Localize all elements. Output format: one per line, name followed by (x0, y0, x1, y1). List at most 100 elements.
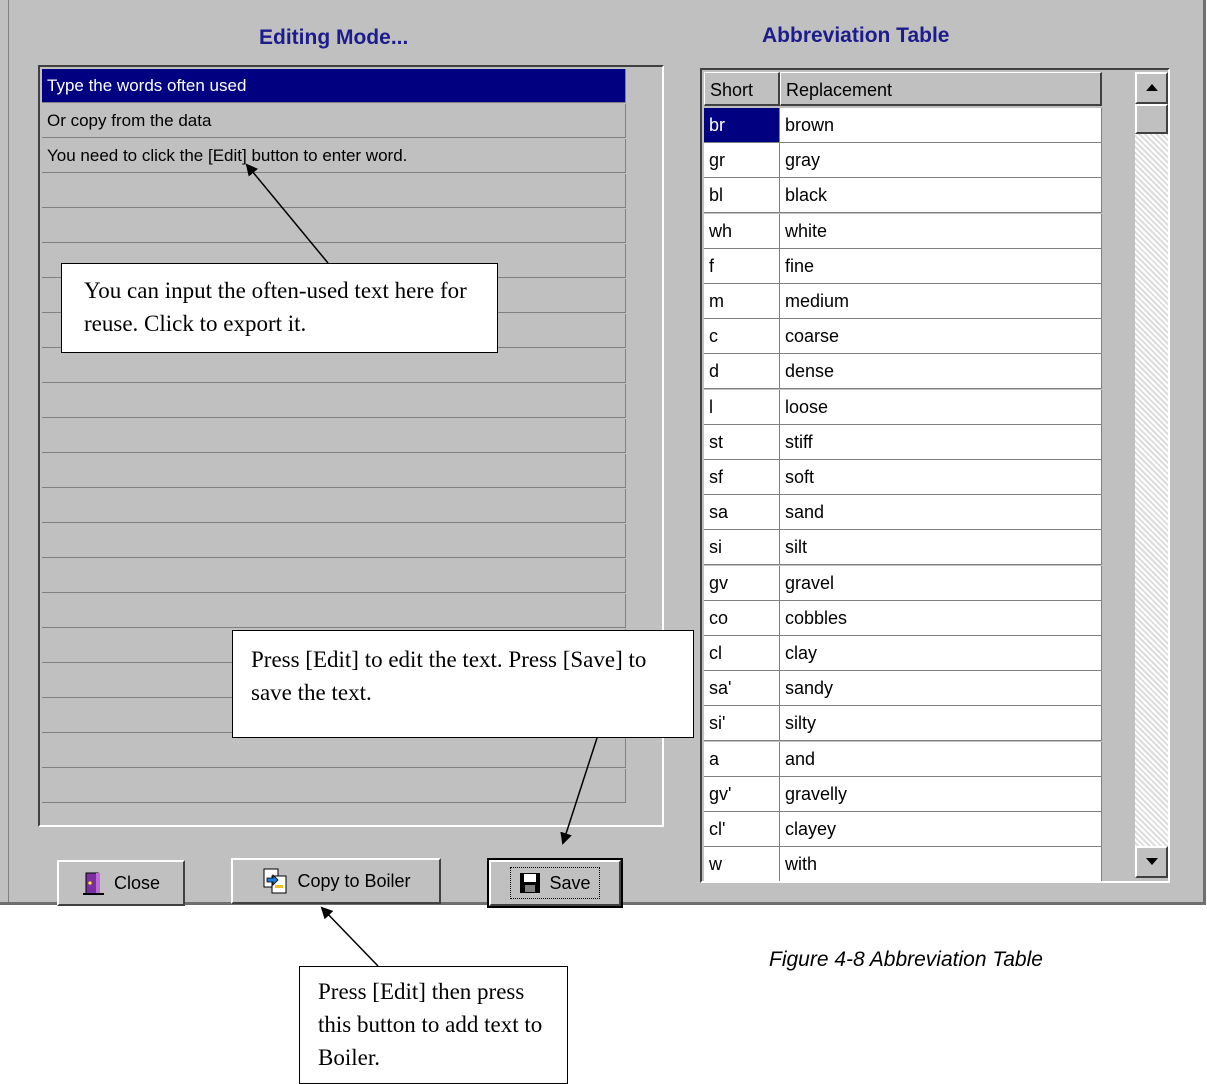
table-row[interactable]: co cobbles (704, 600, 1102, 636)
cell-short[interactable]: m (704, 284, 780, 319)
table-row[interactable]: a and (704, 741, 1102, 777)
cell-replacement[interactable]: sand (780, 495, 1102, 531)
cell-replacement[interactable]: clay (780, 636, 1102, 671)
cell-short[interactable]: sf (704, 460, 780, 495)
cell-replacement[interactable]: medium (780, 284, 1102, 319)
list-item[interactable] (42, 454, 626, 488)
table-row[interactable]: sf soft (704, 460, 1102, 495)
table-row[interactable]: si' silty (704, 706, 1102, 742)
cell-replacement[interactable]: silt (780, 530, 1102, 566)
table-row[interactable]: wh white (704, 213, 1102, 249)
list-item[interactable]: Or copy from the data (42, 104, 626, 138)
list-item[interactable] (42, 174, 626, 208)
table-row[interactable]: cl' clayey (704, 812, 1102, 847)
vertical-scrollbar[interactable] (1135, 72, 1168, 878)
cell-replacement[interactable]: clayey (780, 812, 1102, 847)
scroll-down-button[interactable] (1135, 846, 1168, 878)
cell-replacement[interactable]: loose (780, 389, 1102, 425)
boiler-callout: Press [Edit] then press this button to a… (299, 966, 568, 1084)
cell-replacement[interactable]: soft (780, 460, 1102, 495)
list-item[interactable]: You need to click the [Edit] button to e… (42, 139, 626, 173)
cell-replacement[interactable]: fine (780, 248, 1102, 284)
cell-short[interactable]: cl' (704, 812, 780, 847)
cell-short[interactable]: l (704, 389, 780, 425)
cell-short[interactable]: w (704, 847, 780, 881)
edit-callout-text: Press [Edit] to edit the text. Press [Sa… (251, 647, 647, 705)
cell-replacement[interactable]: gravelly (780, 776, 1102, 812)
column-header-replacement[interactable]: Replacement (780, 72, 1102, 106)
table-row[interactable]: c coarse (704, 319, 1102, 355)
table-row[interactable]: gv gravel (704, 565, 1102, 601)
cell-short[interactable]: gv (704, 565, 780, 601)
cell-replacement[interactable]: with (780, 847, 1102, 881)
cell-short[interactable]: br (704, 108, 780, 143)
list-item[interactable] (42, 419, 626, 453)
table-row[interactable]: br brown (704, 108, 1102, 143)
cell-replacement[interactable]: gray (780, 143, 1102, 179)
cell-short[interactable]: cl (704, 636, 780, 671)
cell-replacement[interactable]: stiff (780, 424, 1102, 460)
list-item[interactable] (42, 559, 626, 593)
abbreviation-table[interactable]: Short Replacement br brown gr gray bl black wh… (700, 68, 1170, 883)
list-item[interactable] (42, 524, 626, 558)
column-header-short[interactable]: Short (704, 72, 780, 106)
list-item[interactable] (42, 384, 626, 418)
table-row[interactable]: sa' sandy (704, 671, 1102, 707)
cell-short[interactable]: sa' (704, 671, 780, 707)
cell-short[interactable]: st (704, 424, 780, 460)
cell-short[interactable]: gr (704, 143, 780, 179)
cell-short[interactable]: sa (704, 495, 780, 531)
list-item[interactable]: Type the words often used (42, 69, 626, 103)
cell-replacement[interactable]: coarse (780, 319, 1102, 355)
cell-short[interactable]: gv' (704, 776, 780, 812)
cell-replacement[interactable]: dense (780, 354, 1102, 390)
table-row[interactable]: w with (704, 847, 1102, 881)
list-item[interactable] (42, 349, 626, 383)
cell-short[interactable]: f (704, 248, 780, 284)
list-item[interactable] (42, 489, 626, 523)
cell-replacement[interactable]: white (780, 213, 1102, 249)
table-row[interactable]: si silt (704, 530, 1102, 566)
scroll-thumb[interactable] (1135, 104, 1168, 134)
cell-short[interactable]: bl (704, 178, 780, 214)
table-row[interactable]: m medium (704, 284, 1102, 319)
table-row[interactable]: bl black (704, 178, 1102, 214)
cell-replacement[interactable]: gravel (780, 565, 1102, 601)
figure-caption: Figure 4-8 Abbreviation Table (769, 948, 1043, 971)
cell-replacement[interactable]: cobbles (780, 600, 1102, 636)
boiler-callout-text: Press [Edit] then press this button to a… (318, 979, 543, 1070)
table-row[interactable]: l loose (704, 389, 1102, 425)
cell-short[interactable]: d (704, 354, 780, 390)
cell-short[interactable]: a (704, 741, 780, 777)
cell-short[interactable]: co (704, 600, 780, 636)
cell-short[interactable]: wh (704, 213, 780, 249)
list-callout-text: You can input the often-used text here f… (84, 278, 467, 336)
table-row[interactable]: gr gray (704, 143, 1102, 179)
list-item[interactable] (42, 209, 626, 243)
cell-short[interactable]: si (704, 530, 780, 566)
cell-replacement[interactable]: sandy (780, 671, 1102, 707)
edit-callout: Press [Edit] to edit the text. Press [Sa… (232, 630, 694, 738)
list-item[interactable] (42, 594, 626, 628)
cell-short[interactable]: si' (704, 706, 780, 742)
cell-replacement[interactable]: brown (780, 108, 1102, 143)
scroll-up-button[interactable] (1135, 72, 1168, 104)
table-row[interactable]: d dense (704, 354, 1102, 390)
table-row[interactable]: gv' gravelly (704, 776, 1102, 812)
list-item[interactable] (42, 734, 626, 768)
table-row[interactable]: st stiff (704, 424, 1102, 460)
abbreviation-table-title: Abbreviation Table (762, 24, 950, 47)
save-button[interactable]: Save (487, 858, 623, 908)
table-row[interactable]: f fine (704, 248, 1102, 284)
close-button-label: Close (113, 872, 161, 893)
close-button[interactable]: Close (57, 860, 185, 906)
copy-to-boiler-button[interactable]: Copy to Boiler (231, 858, 441, 904)
cell-replacement[interactable]: silty (780, 706, 1102, 742)
cell-replacement[interactable]: and (780, 741, 1102, 777)
list-item[interactable] (42, 769, 626, 803)
arrow-up-icon (1145, 84, 1158, 91)
cell-short[interactable]: c (704, 319, 780, 355)
table-row[interactable]: sa sand (704, 495, 1102, 531)
cell-replacement[interactable]: black (780, 178, 1102, 214)
table-row[interactable]: cl clay (704, 636, 1102, 671)
